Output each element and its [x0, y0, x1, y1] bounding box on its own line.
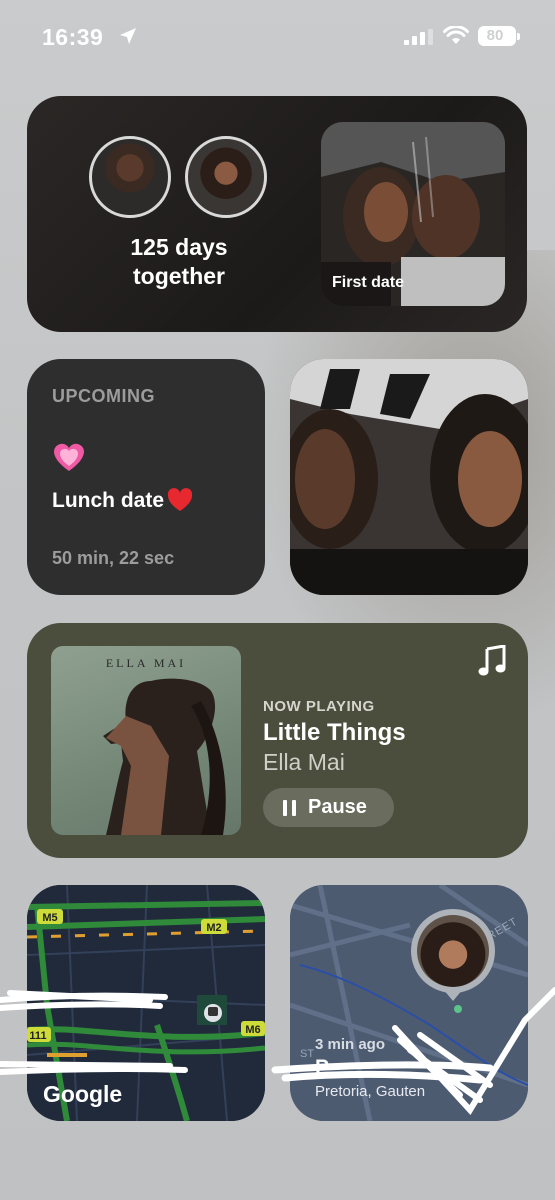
relationship-widget[interactable]: 125 days together First date	[27, 96, 527, 332]
traffic-map-widget[interactable]: M5 M2 M6 111 Google	[27, 885, 265, 1121]
partner-avatar-left	[89, 136, 171, 218]
pause-icon	[283, 799, 296, 816]
location-dot	[454, 1005, 462, 1013]
couple-photo-image	[290, 359, 528, 595]
cellular-signal-icon	[404, 29, 433, 45]
first-date-photo: First date	[321, 122, 505, 306]
pink-heart-icon	[54, 443, 84, 471]
pause-label: Pause	[308, 796, 367, 818]
street-label-partial: ST	[300, 1048, 315, 1060]
red-heart-icon	[167, 488, 193, 511]
upcoming-widget[interactable]: UPCOMING Lunch date 50 min, 22 sec	[27, 359, 265, 595]
music-note-icon	[478, 645, 506, 676]
days-together: 125 days together	[95, 233, 263, 291]
wifi-icon	[443, 26, 469, 44]
status-time: 16:39	[42, 24, 104, 50]
partner-avatar-right	[185, 136, 267, 218]
album-title: ELLA MAI	[105, 656, 187, 670]
contact-location-pin[interactable]	[411, 909, 495, 993]
event-title: Lunch date	[52, 489, 165, 512]
battery-level: 80	[486, 27, 504, 44]
now-playing-label: NOW PLAYING	[263, 698, 375, 715]
upcoming-event: Lunch date	[52, 488, 193, 514]
first-date-label: First date	[332, 274, 405, 291]
couple-photo-widget[interactable]	[290, 359, 528, 595]
event-countdown: 50 min, 22 sec	[52, 548, 175, 568]
pin-pointer	[443, 989, 463, 1001]
road-label-m6: M6	[245, 1024, 260, 1036]
artist-name: Ella Mai	[263, 749, 345, 775]
google-logo: Google	[43, 1081, 123, 1107]
status-bar: 16:39 80	[0, 0, 555, 74]
battery-indicator: 80	[478, 26, 520, 46]
days-count: 125 days	[130, 234, 228, 260]
road-label-m2: M2	[206, 922, 221, 934]
contact-avatar	[417, 915, 489, 987]
now-playing-widget[interactable]: ELLA MAI NOW PLAYING Little Things Ella …	[27, 623, 528, 858]
album-art-image	[103, 678, 226, 835]
pause-button[interactable]: Pause	[263, 788, 394, 827]
song-title: Little Things	[263, 719, 406, 746]
upcoming-title: UPCOMING	[52, 386, 155, 406]
road-label-111: 111	[29, 1030, 46, 1042]
place-city: Pretoria, Gauten	[315, 1083, 426, 1100]
location-arrow-icon	[120, 28, 136, 44]
find-my-widget[interactable]: REET ST 3 min ago P Pretoria, Gauten	[290, 885, 528, 1121]
album-art[interactable]: ELLA MAI	[51, 646, 241, 835]
last-seen-time: 3 min ago	[315, 1036, 386, 1053]
place-name: P	[315, 1056, 330, 1079]
days-caption: together	[133, 263, 225, 289]
road-label-m5: M5	[42, 912, 57, 924]
